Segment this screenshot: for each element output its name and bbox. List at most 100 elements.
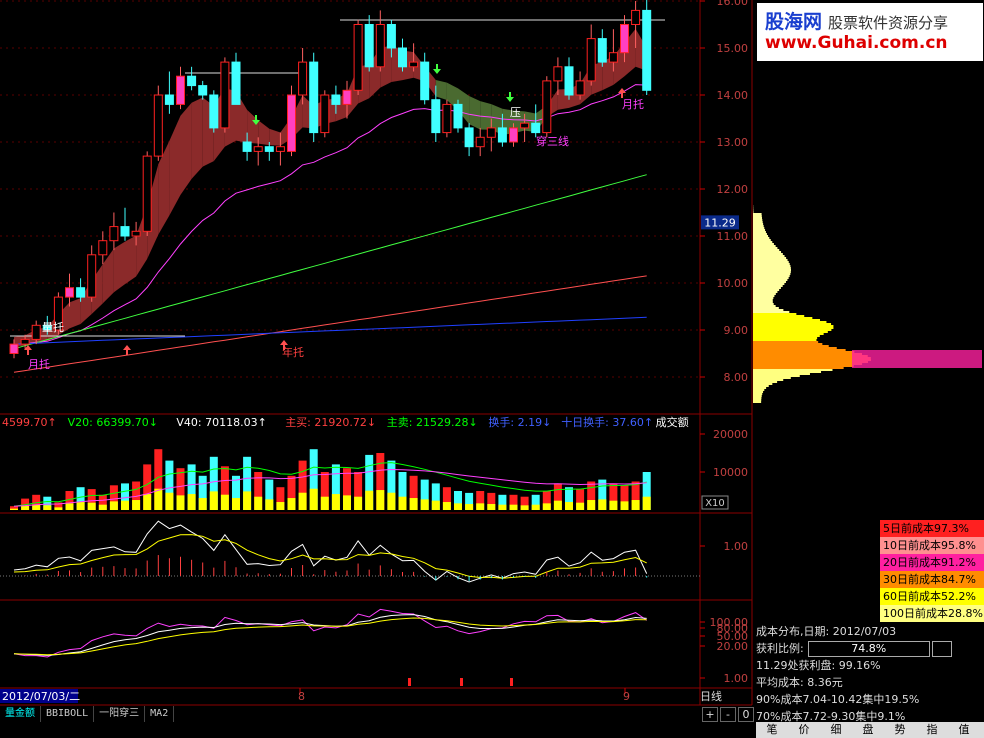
cost-bar <box>753 327 834 329</box>
indicator-panel-3: 100.0080.0050.0020.001.00 <box>13 608 749 686</box>
zoom-in-button[interactable]: + <box>702 707 718 722</box>
period-label[interactable]: 日线 <box>700 688 722 704</box>
band-segment <box>180 102 192 195</box>
candle-body <box>320 94 330 134</box>
cost-bar <box>753 279 788 281</box>
annotation-label: 月托 <box>28 357 50 371</box>
indicator-panel-2: 1.00 <box>0 520 748 583</box>
cost-bar <box>753 317 813 319</box>
cost-bar <box>753 263 790 265</box>
volume-sub-bar <box>487 504 496 510</box>
menu-item[interactable]: 势 <box>884 722 916 738</box>
volume-sub-bar <box>54 507 63 510</box>
tab-volume-amount[interactable]: 量金额 <box>0 706 41 722</box>
zoom-reset-button[interactable]: 0 <box>738 707 754 722</box>
menu-item[interactable]: 笔 <box>756 722 788 738</box>
candle-body <box>575 80 585 96</box>
menu-item[interactable]: 价 <box>788 722 820 738</box>
tab-bbiboll[interactable]: BBIBOLL <box>41 706 95 722</box>
menu-item[interactable]: 值 <box>948 722 980 738</box>
volume-unit-label: X10 <box>705 498 725 509</box>
candles <box>9 0 652 359</box>
volume-sub-bar <box>232 498 240 510</box>
indicator-tick-label: 1.00 <box>724 672 749 685</box>
price-tick-label: 13.00 <box>717 136 749 149</box>
candle-body <box>631 9 641 25</box>
cost-bar <box>753 337 818 339</box>
candle-body <box>176 75 185 105</box>
cost-bar <box>753 323 832 325</box>
price-tick-label: 12.00 <box>717 183 749 196</box>
cost-bar <box>753 375 800 377</box>
band-segment <box>113 241 125 293</box>
volume-sub-bar <box>187 494 196 510</box>
cost-bar <box>753 297 774 299</box>
volume-sub-bar <box>442 502 451 510</box>
volume-sub-bar <box>409 498 418 510</box>
candle-body <box>309 61 319 134</box>
cost-bar <box>753 247 778 249</box>
annotation-label: 穿三线 <box>536 134 569 148</box>
cost-legend-item: 10日前成本95.8% <box>880 537 984 554</box>
cost-bar <box>753 223 764 225</box>
cost-bar <box>753 251 782 253</box>
volume-header-item: V20: 66399.70↓ <box>68 416 158 429</box>
candle-body <box>31 324 41 340</box>
ma-line <box>13 316 647 345</box>
down-arrow-icon <box>506 92 514 102</box>
cost-bar <box>753 341 819 343</box>
candle-body <box>76 287 86 298</box>
volume-sub-bar <box>431 500 440 510</box>
volume-sub-bar <box>509 504 518 510</box>
candle-body <box>164 94 174 105</box>
cost-bar <box>753 233 767 235</box>
volume-sub-bar <box>520 505 529 510</box>
cost-bar <box>753 397 762 399</box>
cost-bar <box>753 273 791 275</box>
price-tick-label: 8.00 <box>724 371 749 384</box>
cost-bar <box>753 365 854 367</box>
candle-body <box>264 146 274 152</box>
zoom-out-button[interactable]: - <box>720 707 736 722</box>
band-segment <box>469 96 481 130</box>
candle-body <box>142 155 152 232</box>
volume-sub-bar <box>631 500 640 510</box>
cost-row: 平均成本: 8.36元 <box>756 676 843 689</box>
cost-bar <box>753 219 763 221</box>
candle-body <box>220 61 230 129</box>
volume-sub-bar <box>598 499 607 510</box>
menu-item[interactable]: 细 <box>820 722 852 738</box>
candle-body <box>520 122 530 129</box>
trend-band <box>14 28 647 347</box>
cost-bar <box>753 329 832 331</box>
bottom-menu: 笔价细盘势指值 <box>756 722 984 738</box>
cost-bar <box>753 373 810 375</box>
tab-yiyang[interactable]: 一阳穿三 <box>94 706 146 722</box>
candle-body <box>331 94 341 105</box>
cost-row: 11.29处获利盘: 99.16% <box>756 659 881 672</box>
cost-legend: 5日前成本97.3% 10日前成本95.8% 20日前成本91.2% 30日前成本84… <box>880 520 984 622</box>
volume-sub-bar <box>354 496 363 510</box>
candle-body <box>375 24 385 68</box>
cost-bar <box>753 313 797 315</box>
cost-bar <box>753 225 764 227</box>
menu-item[interactable]: 指 <box>916 722 948 738</box>
candle-body <box>431 99 441 134</box>
candle-body <box>464 127 474 148</box>
cost-bar <box>753 289 780 291</box>
menu-item[interactable]: 盘 <box>852 722 884 738</box>
candle-body <box>486 127 496 138</box>
cost-bar <box>753 271 791 273</box>
cost-bar <box>753 355 868 357</box>
cost-bar <box>852 350 982 352</box>
cost-bar <box>852 356 982 358</box>
volume-sub-bar <box>220 494 229 510</box>
candle-body <box>597 38 607 63</box>
tab-ma2[interactable]: MA2 <box>145 706 175 722</box>
volume-sub-bar <box>287 498 296 510</box>
volume-sub-bar <box>320 496 329 510</box>
volume-sub-bar <box>165 492 174 510</box>
volume-sub-bar <box>343 495 351 510</box>
cost-bar <box>753 275 790 277</box>
candle-body <box>209 94 219 129</box>
